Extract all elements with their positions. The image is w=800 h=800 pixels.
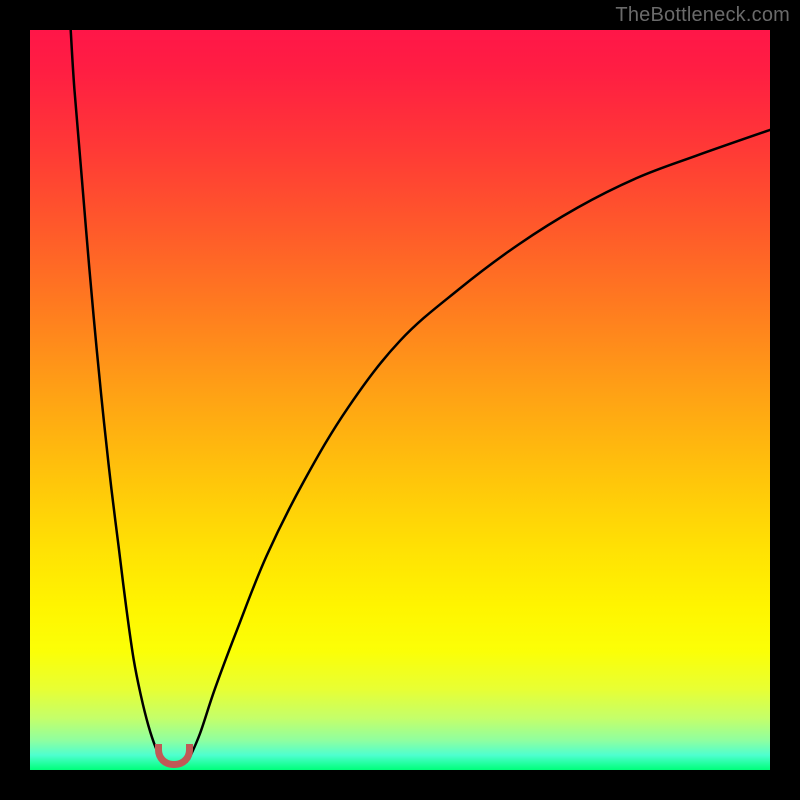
plot-area bbox=[30, 30, 770, 770]
curve-left-branch bbox=[71, 30, 162, 759]
chart-frame: TheBottleneck.com bbox=[0, 0, 800, 800]
watermark-text: TheBottleneck.com bbox=[615, 4, 790, 27]
curve-right-branch bbox=[189, 130, 770, 759]
curve-layer bbox=[30, 30, 770, 770]
